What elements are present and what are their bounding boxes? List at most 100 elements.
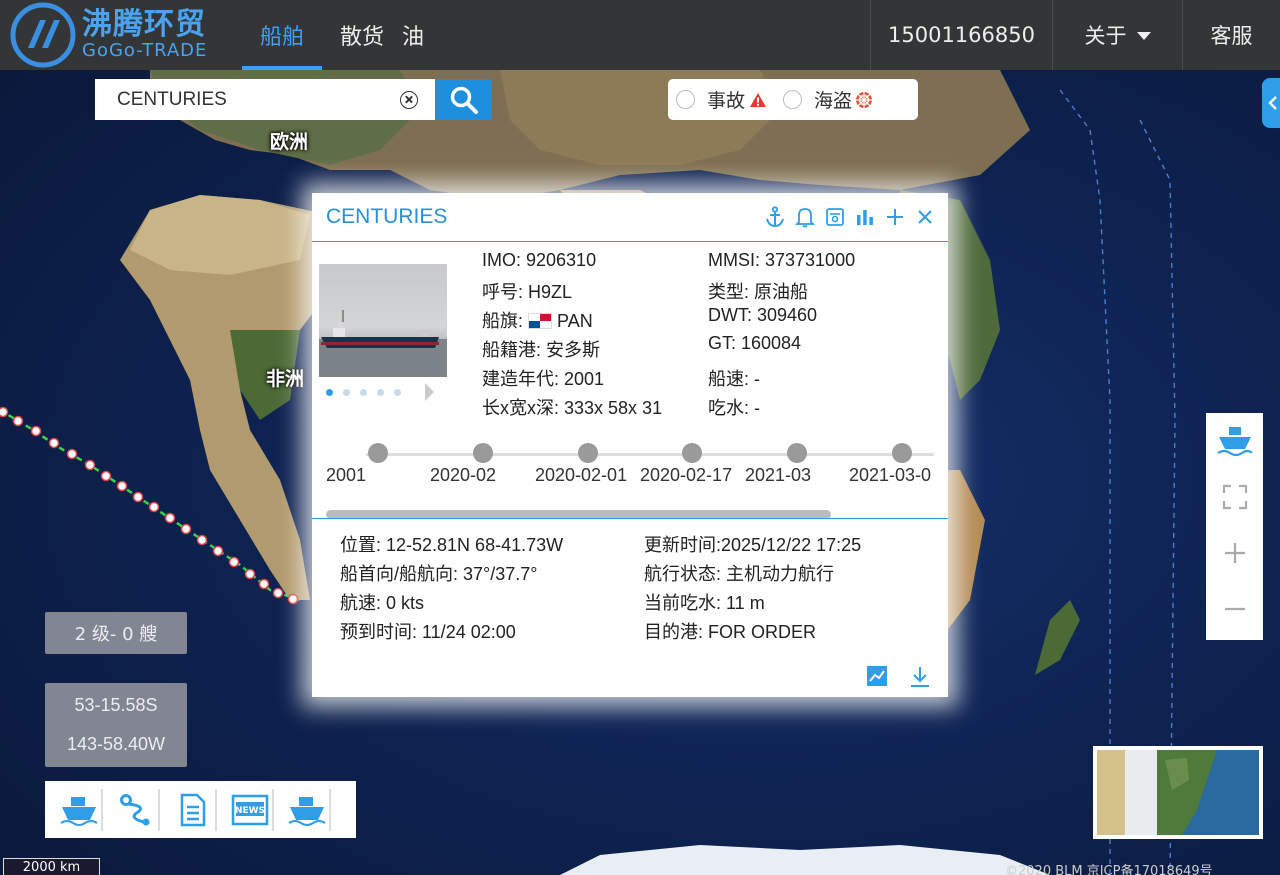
overview-minimap[interactable] — [1093, 746, 1263, 839]
zoom-in-button[interactable] — [1206, 525, 1263, 581]
accident-radio[interactable] — [676, 90, 695, 109]
close-icon — [918, 210, 932, 224]
map-controls — [1206, 413, 1263, 640]
popup-toolbar — [764, 206, 936, 228]
ship-draft: 吃水: - — [708, 398, 760, 418]
section-divider — [312, 518, 948, 519]
ship-flag-code: PAN — [557, 311, 593, 331]
carousel-next-icon[interactable] — [425, 383, 434, 401]
anchor-button[interactable] — [764, 206, 786, 228]
popup-footer-actions — [866, 665, 932, 689]
filter-pirate[interactable]: 海盗 — [767, 79, 874, 120]
alert-button[interactable] — [794, 206, 816, 228]
timeline-track — [366, 453, 934, 456]
search-button[interactable] — [435, 79, 492, 120]
ship-speed: 船速: - — [708, 369, 760, 389]
zoom-out-button[interactable] — [1206, 581, 1263, 637]
plus-icon — [1224, 543, 1245, 563]
caret-down-icon — [1136, 32, 1151, 40]
filter-accident-label: 事故 — [707, 90, 746, 112]
timeline-node[interactable] — [578, 443, 598, 463]
timeline-node[interactable] — [368, 443, 388, 463]
carousel-dot[interactable] — [377, 388, 384, 396]
tab-oil[interactable]: 油 — [402, 0, 436, 70]
pirate-radio[interactable] — [783, 90, 803, 109]
ship-icon — [60, 796, 98, 826]
ship-callsign: 呼号: H9ZL — [482, 282, 573, 302]
pirate-wheel-icon — [856, 91, 873, 108]
port-ship-button[interactable] — [285, 788, 331, 831]
route-button[interactable] — [114, 788, 160, 831]
tab-bulk[interactable]: 散货 — [322, 0, 402, 70]
fullscreen-icon — [1222, 484, 1247, 510]
svg-text:NEWS: NEWS — [235, 806, 265, 816]
carousel-dot[interactable] — [326, 388, 333, 396]
ship-layer-button[interactable] — [1206, 413, 1263, 469]
news-button[interactable]: NEWS — [228, 788, 274, 831]
search-input[interactable] — [95, 79, 400, 120]
fullscreen-button[interactable] — [1206, 469, 1263, 525]
popup-header: CENTURIES — [312, 193, 948, 242]
archive-button[interactable] — [824, 206, 846, 228]
carousel-dot[interactable] — [360, 388, 367, 396]
carousel-dot[interactable] — [343, 388, 350, 396]
document-icon — [180, 793, 206, 826]
longitude-readout: 143-58.40W — [66, 734, 166, 754]
ship-built: 建造年代: 2001 — [482, 369, 605, 389]
timeline-label: 2020-02-17 — [640, 465, 733, 485]
timeline-node[interactable] — [682, 443, 702, 463]
news-icon: NEWS — [231, 794, 269, 825]
add-button[interactable] — [884, 206, 906, 228]
report-button[interactable] — [171, 788, 217, 831]
event-filter: 事故 海盗 — [668, 79, 918, 120]
chevron-left-icon — [1268, 96, 1277, 110]
timeline-label: 2020-02-01 — [535, 465, 628, 485]
brand-logo[interactable]: 沸腾环贸 GoGo-TRADE — [0, 0, 242, 70]
ship-dimensions: 长x宽x深: 333x 58x 31 — [482, 398, 663, 418]
cursor-coordinates: 53-15.58S 143-58.40W — [45, 683, 187, 767]
warning-icon — [750, 92, 767, 107]
ship-heading: 船首向/船航向: 37°/37.7° — [340, 564, 538, 584]
bar-chart-icon — [857, 210, 873, 225]
timeline-node[interactable] — [892, 443, 912, 463]
timeline-node[interactable] — [787, 443, 807, 463]
timeline-node[interactable] — [473, 443, 493, 463]
ship-imo: IMO: 9206310 — [482, 250, 597, 270]
clear-search-icon[interactable] — [400, 90, 418, 109]
close-popup-button[interactable] — [914, 206, 936, 228]
side-panel-toggle[interactable] — [1262, 78, 1280, 128]
minimap-view — [1097, 750, 1259, 835]
ship-port: 船籍港: 安多斯 — [482, 340, 601, 360]
ship-mmsi: MMSI: 373731000 — [708, 250, 856, 270]
carousel-dot[interactable] — [394, 388, 401, 396]
timeline-label: 2001 — [326, 465, 367, 485]
trend-chart-icon[interactable] — [866, 665, 888, 687]
statistics-button[interactable] — [854, 206, 876, 228]
ship-dwt: DWT: 309460 — [708, 305, 818, 325]
user-phone[interactable]: 15001166850 — [870, 0, 1052, 70]
ship-name-title: CENTURIES — [326, 205, 448, 228]
fleet-button[interactable] — [57, 788, 103, 831]
current-draft: 当前吃水: 11 m — [644, 593, 765, 613]
ship-flag-label: 船旗: — [482, 311, 524, 331]
copyright-notice: ©2020 BLM 京ICP备17018649号 — [1005, 864, 1213, 875]
ship-photo[interactable] — [319, 264, 447, 377]
destination-port: 目的港: FOR ORDER — [644, 622, 817, 642]
route-icon — [120, 793, 150, 825]
photo-carousel — [326, 383, 434, 401]
brand-logo-icon — [10, 2, 76, 68]
customer-service-link[interactable]: 客服 — [1182, 0, 1280, 70]
timeline-label: 2021-03-0 — [849, 465, 932, 485]
download-icon[interactable] — [908, 665, 932, 689]
search-icon — [450, 86, 478, 114]
ship-type: 类型: 原油船 — [708, 282, 809, 302]
ship-layer-icon — [1216, 427, 1253, 457]
bell-icon — [795, 208, 815, 228]
nav-status: 航行状态: 主机动力航行 — [644, 564, 835, 584]
filter-accident[interactable]: 事故 — [668, 79, 767, 120]
tab-ships[interactable]: 船舶 — [242, 0, 323, 70]
filter-pirate-label: 海盗 — [814, 90, 853, 112]
about-menu[interactable]: 关于 — [1052, 0, 1182, 70]
top-navigation-bar: 沸腾环贸 GoGo-TRADE 船舶 散货 油 15001166850 关于 客… — [0, 0, 1280, 70]
